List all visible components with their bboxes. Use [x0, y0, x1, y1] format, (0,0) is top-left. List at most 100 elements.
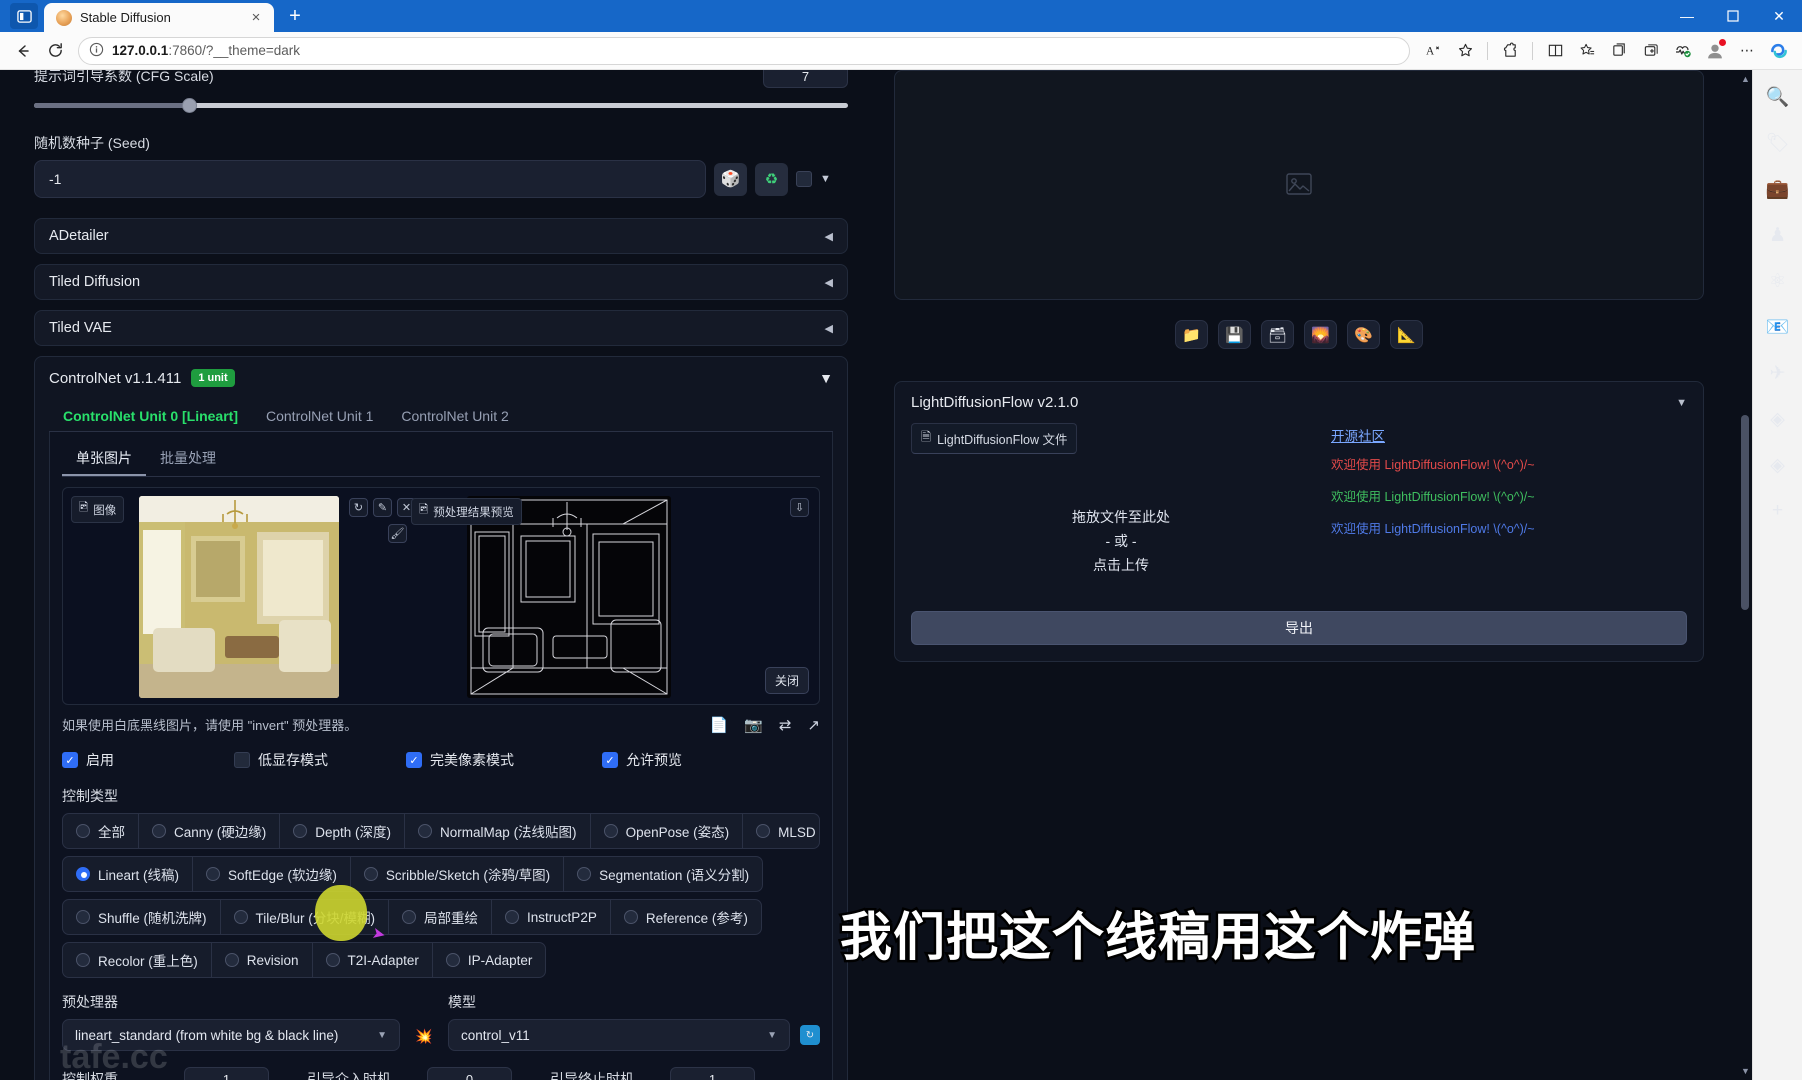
extra-seed-checkbox[interactable]	[796, 171, 812, 187]
profile-avatar[interactable]	[1700, 36, 1730, 66]
chatgpt-icon-2[interactable]: ◈	[1763, 450, 1793, 480]
send-icon[interactable]: ↗	[807, 716, 820, 734]
page-scrollbar[interactable]: ▲ ▼	[1738, 70, 1752, 1080]
chevron-down-icon[interactable]: ▼	[819, 370, 833, 386]
scrollbar-thumb[interactable]	[1741, 415, 1749, 610]
file-upload-area[interactable]: 🗎 LightDiffusionFlow 文件 拖放文件至此处 - 或 - 点击…	[911, 423, 1331, 577]
browser-essentials-icon[interactable]	[1668, 36, 1698, 66]
radio-reference[interactable]: Reference (参考)	[611, 900, 761, 934]
close-window-icon[interactable]: ✕	[1756, 0, 1802, 32]
drop-zone[interactable]: 拖放文件至此处 - 或 - 点击上传	[911, 506, 1331, 577]
tab-controlnet-unit-0[interactable]: ControlNet Unit 0 [Lineart]	[49, 401, 252, 431]
radio-normalmap[interactable]: NormalMap (法线贴图)	[405, 814, 591, 848]
address-bar[interactable]: 127.0.0.1:7860/?__theme=dark	[78, 36, 1410, 65]
accordion-tiled-vae[interactable]: Tiled VAE ◀	[34, 310, 848, 346]
add-collection-icon[interactable]	[1636, 36, 1666, 66]
extensions-icon[interactable]	[1495, 36, 1525, 66]
site-info-icon[interactable]	[89, 42, 104, 60]
radio-canny[interactable]: Canny (硬边缘)	[139, 814, 281, 848]
radio-inpaint[interactable]: 局部重绘	[389, 900, 493, 934]
favorites-list-icon[interactable]	[1572, 36, 1602, 66]
radio-mlsd[interactable]: MLSD (直线)	[743, 814, 819, 848]
save-icon[interactable]: 💾	[1218, 320, 1251, 349]
radio-instructp2p[interactable]: InstructP2P	[492, 900, 611, 934]
read-aloud-icon[interactable]: A	[1418, 36, 1448, 66]
radio-recolor[interactable]: Recolor (重上色)	[63, 943, 212, 977]
copilot-icon[interactable]	[1764, 36, 1794, 66]
new-canvas-icon[interactable]: 📄	[709, 716, 728, 734]
radio-lineart[interactable]: Lineart (线稿)	[63, 857, 194, 891]
accordion-adetailer[interactable]: ADetailer ◀	[34, 218, 848, 254]
close-icon[interactable]: ×	[246, 8, 266, 28]
radio-scribble-sketch[interactable]: Scribble/Sketch (涂鸦/草图)	[351, 857, 565, 891]
brush-icon[interactable]: 🖌	[388, 524, 407, 543]
guidance-start-value[interactable]: 0	[427, 1067, 512, 1080]
tab-batch-process[interactable]: 批量处理	[146, 442, 230, 476]
radio-softedge[interactable]: SoftEdge (软边缘)	[193, 857, 351, 891]
shopping-tag-icon[interactable]: 🏷	[1763, 128, 1793, 158]
control-weight-value[interactable]: 1	[184, 1067, 269, 1080]
eraser-icon[interactable]: ✎	[373, 498, 392, 517]
guidance-end-value[interactable]: 1	[670, 1067, 755, 1080]
drop-line-3[interactable]: 点击上传	[911, 554, 1331, 578]
recycle-seed-icon[interactable]: ♻	[755, 162, 788, 196]
model-dropdown[interactable]: control_v11 ▼	[448, 1019, 790, 1051]
maximize-icon[interactable]	[1710, 0, 1756, 32]
download-icon[interactable]: ⇩	[790, 498, 809, 517]
cfg-scale-value[interactable]: 7	[763, 70, 848, 88]
radio-depth[interactable]: Depth (深度)	[280, 814, 406, 848]
refresh-models-icon[interactable]: ↻	[800, 1025, 820, 1045]
tab-actions-button[interactable]	[10, 3, 38, 29]
radio-t2i-adapter[interactable]: T2I-Adapter	[313, 943, 433, 977]
close-preview-button[interactable]: 关闭	[764, 667, 809, 694]
slider-knob[interactable]	[182, 98, 197, 113]
telegram-icon[interactable]: ✈	[1763, 358, 1793, 388]
checkbox-allow-preview[interactable]: ✓ 允许预览	[602, 750, 682, 770]
explosion-icon[interactable]: 💥	[410, 1028, 438, 1051]
briefcase-icon[interactable]: 💼	[1763, 174, 1793, 204]
copilot-icon[interactable]: ⚛	[1763, 266, 1793, 296]
radio-ip-adapter[interactable]: IP-Adapter	[433, 943, 546, 977]
scroll-down-arrow-icon[interactable]: ▼	[1741, 1066, 1750, 1076]
split-screen-icon[interactable]	[1540, 36, 1570, 66]
reload-icon[interactable]	[40, 36, 70, 66]
scroll-up-arrow-icon[interactable]: ▲	[1741, 74, 1750, 84]
chevron-down-icon[interactable]: ▼	[1676, 397, 1687, 409]
new-tab-button[interactable]: +	[280, 2, 310, 30]
checkbox-low-vram[interactable]: ✓ 低显存模式	[234, 750, 406, 770]
lightdiffusionflow-header[interactable]: LightDiffusionFlow v2.1.0 ▼	[911, 394, 1687, 411]
controlnet-header[interactable]: ControlNet v1.1.411 1 unit ▼	[49, 369, 833, 387]
controlnet-image-area[interactable]: 🖻 图像 ↻ ✎ ✕ 🖌 🖻 预处理结果预览 ⇩ 关闭	[62, 487, 820, 705]
chevron-down-icon[interactable]: ▼	[820, 173, 831, 185]
more-options-icon[interactable]: ⋯	[1732, 36, 1762, 66]
favorite-star-icon[interactable]	[1450, 36, 1480, 66]
radio-openpose[interactable]: OpenPose (姿态)	[591, 814, 744, 848]
minimize-icon[interactable]: —	[1664, 0, 1710, 32]
output-gallery[interactable]	[894, 70, 1704, 300]
radio-revision[interactable]: Revision	[212, 943, 313, 977]
radio-segmentation[interactable]: Segmentation (语义分割)	[564, 857, 762, 891]
chatgpt-icon[interactable]: ◈	[1763, 404, 1793, 434]
image-icon[interactable]: 🌄	[1304, 320, 1337, 349]
radio-shuffle[interactable]: Shuffle (随机洗牌)	[63, 900, 221, 934]
preprocessor-result-preview[interactable]	[467, 496, 671, 698]
cfg-scale-slider[interactable]	[34, 95, 848, 117]
seed-input[interactable]: -1	[34, 160, 706, 198]
community-link[interactable]: 开源社区	[1331, 429, 1385, 444]
browser-tab[interactable]: Stable Diffusion ×	[44, 3, 274, 32]
games-icon[interactable]: ♟	[1763, 220, 1793, 250]
checkbox-pixel-perfect[interactable]: ✓ 完美像素模式	[406, 750, 602, 770]
webcam-icon[interactable]: 📷	[744, 716, 763, 734]
folder-icon[interactable]: 📁	[1175, 320, 1208, 349]
export-button[interactable]: 导出	[911, 611, 1687, 646]
accordion-tiled-diffusion[interactable]: Tiled Diffusion ◀	[34, 264, 848, 300]
tab-controlnet-unit-2[interactable]: ControlNet Unit 2	[387, 401, 522, 431]
add-sidebar-app-icon[interactable]: +	[1763, 496, 1793, 526]
palette-icon[interactable]: 🎨	[1347, 320, 1380, 349]
tab-controlnet-unit-1[interactable]: ControlNet Unit 1	[252, 401, 387, 431]
outlook-icon[interactable]: 📧	[1763, 312, 1793, 342]
undo-icon[interactable]: ↻	[349, 498, 368, 517]
input-image-preview[interactable]	[139, 496, 339, 698]
tab-single-image[interactable]: 单张图片	[62, 442, 146, 476]
archive-icon[interactable]: 🗃	[1261, 320, 1294, 349]
